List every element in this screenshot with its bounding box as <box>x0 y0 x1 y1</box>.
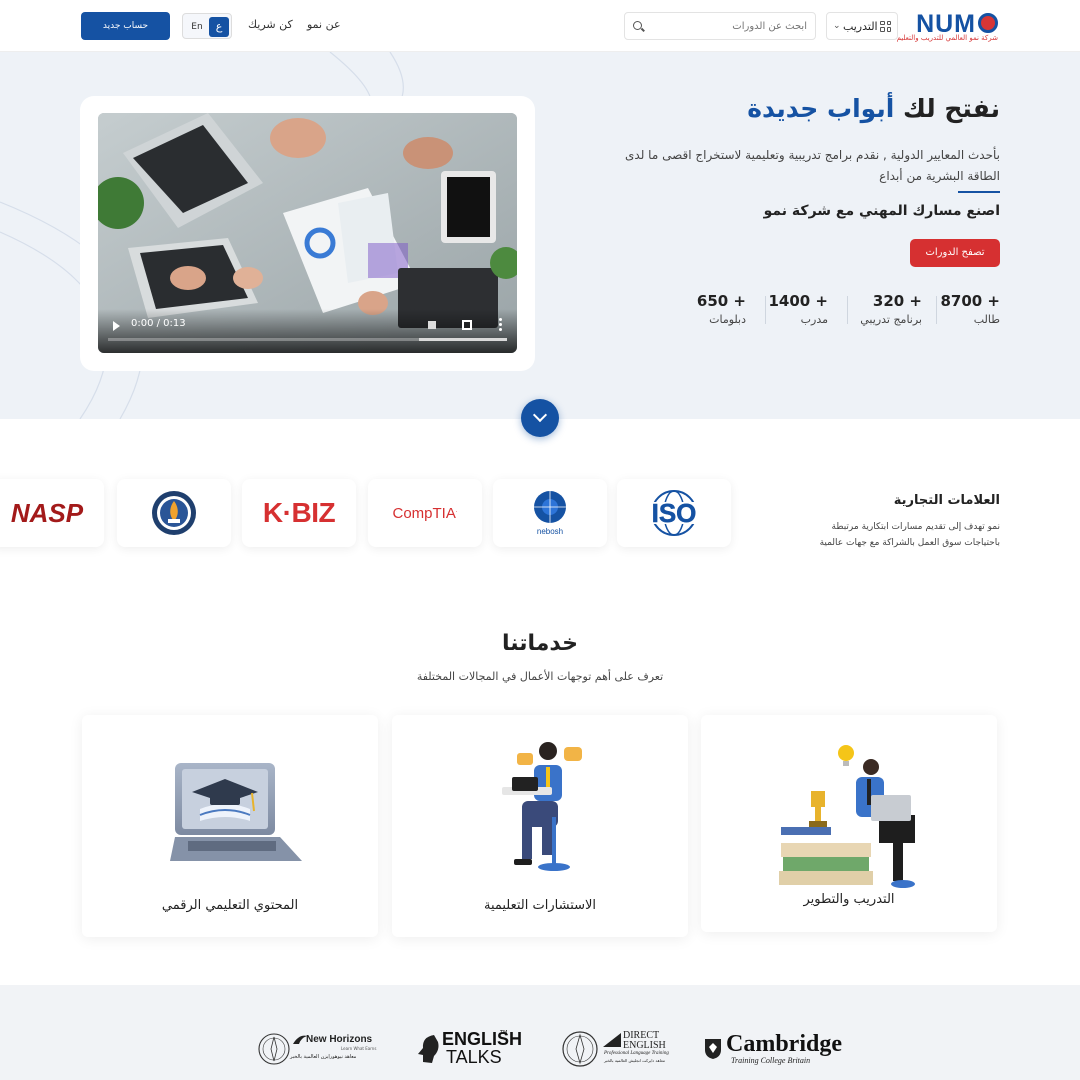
bird-icon <box>293 1035 307 1044</box>
brands-info: العلامات التجارية نمو تهدف إلى تقديم مسا… <box>768 419 1080 599</box>
video-controls: 0:00 / 0:13 <box>98 309 517 353</box>
services-subtitle: تعرف على أهم توجهات الأعمال في المجالات … <box>416 670 664 683</box>
stat-diplomas: 650 + دبلومات <box>696 292 746 326</box>
signup-button[interactable]: حساب جديد <box>81 12 170 40</box>
trademark-mark: TM <box>500 1030 508 1036</box>
flag-icon <box>603 1033 621 1047</box>
lang-ar[interactable]: ع <box>209 17 229 37</box>
nebosh-logo: nebosh <box>534 491 566 536</box>
service-card-digital-content[interactable]: المحتوي التعليمي الرقمي <box>82 715 378 937</box>
nasp-logo: NASP <box>10 498 84 528</box>
head-silhouette-icon <box>418 1035 439 1063</box>
service-label: التدريب والتطوير <box>803 892 895 907</box>
brand-logo-seal[interactable] <box>117 479 231 547</box>
service-card-consulting[interactable]: الاستشارات التعليمية <box>392 715 688 937</box>
direct-english-name: DIRECT ENGLISH <box>623 1030 666 1051</box>
new-horizons-ar: معاهد نيوهورايزن العالمية بالخبر <box>290 1054 357 1060</box>
logo-tagline: شركة نمو العالمي للتدريب والتعليم <box>896 34 998 42</box>
english-talks-word1: ENGLISH <box>442 1029 523 1049</box>
services-title: خدماتنا <box>502 631 578 656</box>
service-label: المحتوي التعليمي الرقمي <box>161 898 299 913</box>
digital-content-illustration <box>170 763 302 861</box>
cambridge-sub: Training College Britain <box>731 1056 811 1065</box>
volume-icon[interactable] <box>428 321 436 329</box>
seal-logo <box>152 491 196 535</box>
hero-subtitle: اصنع مسارك المهني مع شركة نمو <box>763 203 1000 219</box>
training-dropdown[interactable]: التدريب ⌄ <box>826 12 898 40</box>
hero-description: بأحدث المعايير الدولية , نقدم برامج تدري… <box>625 148 1000 183</box>
svg-text:ISO: ISO <box>652 498 697 528</box>
partner-logo-direct-english[interactable]: DIRECT ENGLISH Professional Language Tra… <box>561 1030 673 1068</box>
search-input[interactable] <box>647 13 807 39</box>
fullscreen-icon[interactable] <box>462 320 472 330</box>
svg-text:nebosh: nebosh <box>537 527 563 536</box>
partner-logo-new-horizons[interactable]: New Horizons Learn What Earns معاهد نيوه… <box>257 1030 377 1068</box>
institute-seal-icon <box>562 1031 598 1067</box>
stat-trainers: 1400 + مدرب <box>768 292 828 326</box>
brand-logo-comptia[interactable]: CompTIA. <box>368 479 482 547</box>
globe-icon <box>978 13 998 33</box>
service-card-training[interactable]: التدريب والتطوير <box>701 715 997 932</box>
brand-logo-iso[interactable]: ISO <box>617 479 731 547</box>
brands-title: العلامات التجارية <box>893 493 1000 508</box>
training-label: التدريب <box>842 19 878 33</box>
new-horizons-sub: Learn What Earns <box>341 1046 377 1051</box>
accent-divider <box>958 191 1000 193</box>
search-icon[interactable] <box>633 21 642 30</box>
browse-courses-button[interactable]: تصفح الدورات <box>910 239 1000 267</box>
hero-section: نفتح لك أبواب جديدة بأحدث المعايير الدول… <box>0 52 1080 419</box>
video-card: 0:00 / 0:13 <box>80 96 535 371</box>
video-progress-bar[interactable] <box>108 338 507 341</box>
stat-programs: 320 + برنامج تدريبي <box>860 292 922 326</box>
more-options-icon[interactable] <box>499 318 502 332</box>
brand-logo-nasp[interactable]: NASP <box>0 479 104 547</box>
play-icon[interactable] <box>113 321 120 331</box>
kbiz-logo: K·BIZ <box>262 497 336 528</box>
comptia-logo: CompTIA. <box>392 504 458 522</box>
partners-footer <box>0 985 1080 1080</box>
consulting-illustration <box>502 742 582 871</box>
video-time: 0:00 / 0:13 <box>131 318 186 329</box>
direct-english-sub: Professional Language Training <box>604 1051 669 1056</box>
brand-logo-nebosh[interactable]: nebosh <box>493 479 607 547</box>
cambridge-name: Cambridge <box>726 1031 842 1057</box>
progress-fill <box>419 338 507 341</box>
grid-icon <box>880 20 891 32</box>
top-navbar: NUM شركة نمو العالمي للتدريب والتعليم ال… <box>0 0 1080 52</box>
partner-logo-english-talks[interactable]: ENGLISH TM TALKS <box>418 1030 522 1068</box>
intro-video[interactable]: 0:00 / 0:13 <box>98 113 517 353</box>
lang-en[interactable]: En <box>187 18 207 36</box>
english-talks-word2: TALKS <box>446 1047 502 1067</box>
brand-logo-kbiz[interactable]: K·BIZ <box>242 479 356 547</box>
training-illustration <box>779 745 915 888</box>
iso-logo: ISO <box>646 490 702 536</box>
language-switcher: En ع <box>182 13 232 39</box>
nav-about[interactable]: عن نمو <box>307 18 341 31</box>
scroll-down-button[interactable] <box>521 399 559 437</box>
stat-divider <box>847 296 848 324</box>
nav-partner[interactable]: كن شريك <box>248 18 293 31</box>
stat-divider <box>765 296 766 324</box>
stat-divider <box>936 296 937 324</box>
partner-logo-cambridge[interactable]: Cambridge Training College Britain <box>704 1030 842 1068</box>
hero-title: نفتح لك أبواب جديدة <box>747 94 1000 123</box>
institute-seal-icon <box>258 1033 290 1065</box>
shield-icon <box>705 1039 721 1059</box>
direct-english-ar: معاهد دايركت انجليش العالمية بالخبر <box>604 1058 665 1063</box>
new-horizons-name: New Horizons <box>306 1034 373 1045</box>
service-label: الاستشارات التعليمية <box>483 898 597 913</box>
search-box <box>624 12 816 40</box>
chevron-down-icon: ⌄ <box>833 21 841 31</box>
brands-description: نمو تهدف إلى تقديم مسارات ابتكارية مرتبط… <box>819 522 1000 548</box>
stat-students: 8700 + طالب <box>940 292 1000 326</box>
